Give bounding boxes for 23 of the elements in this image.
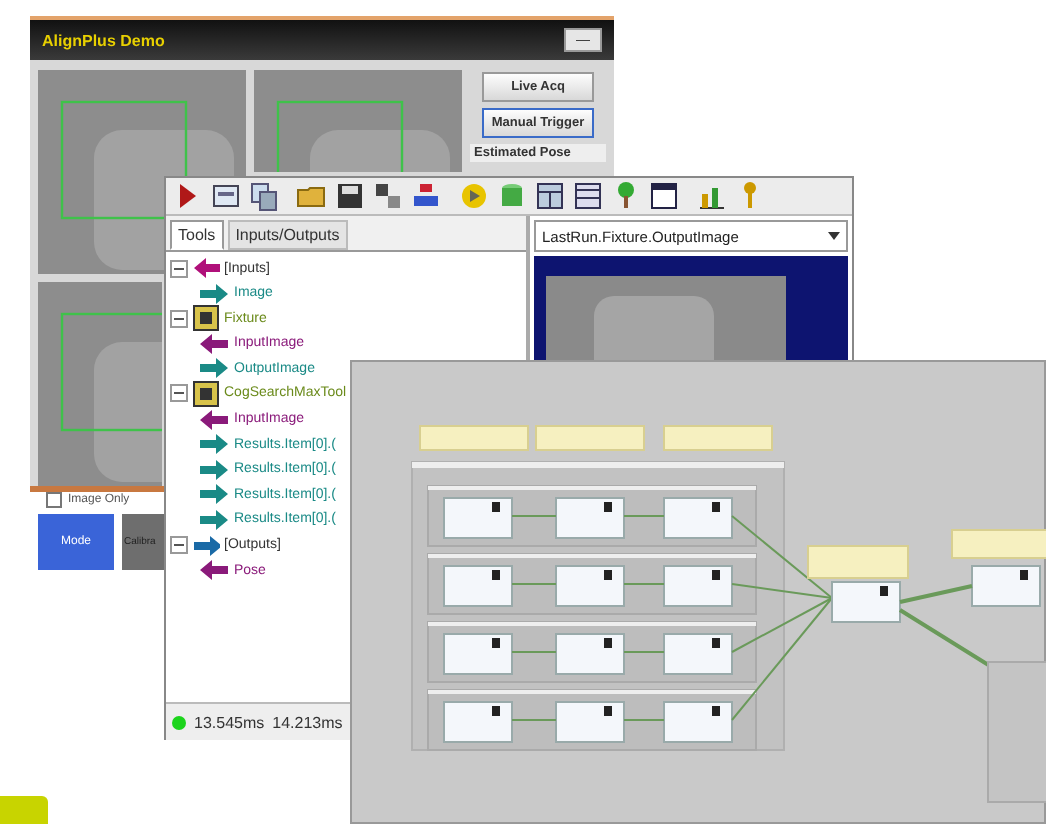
collapse-icon[interactable] (170, 384, 188, 403)
grid-icon[interactable] (532, 178, 568, 214)
window-title: AlignPlus Demo (42, 31, 165, 49)
tools-icon[interactable] (370, 178, 406, 214)
collapse-icon[interactable] (170, 309, 188, 328)
panel-icon[interactable] (646, 178, 682, 214)
time-reading: 13.545ms (194, 713, 265, 731)
arrow-left-icon (198, 558, 230, 583)
tool-icon (192, 304, 220, 333)
copy-icon[interactable] (246, 178, 282, 214)
tab[interactable]: Inputs/Outputs (227, 220, 348, 250)
save-icon[interactable] (332, 178, 368, 214)
run-icon[interactable] (456, 178, 492, 214)
checkbox[interactable] (46, 492, 62, 508)
collapse-icon[interactable] (170, 259, 188, 277)
arrow-left-icon (198, 331, 230, 356)
table-icon[interactable] (570, 178, 606, 214)
tool-icon (192, 379, 220, 408)
arrow-left-icon (198, 407, 230, 432)
time-reading: 14.213ms (272, 713, 343, 731)
tab[interactable]: Tools (170, 220, 224, 250)
collapse-icon[interactable] (170, 536, 188, 555)
caret-icon (828, 232, 840, 240)
